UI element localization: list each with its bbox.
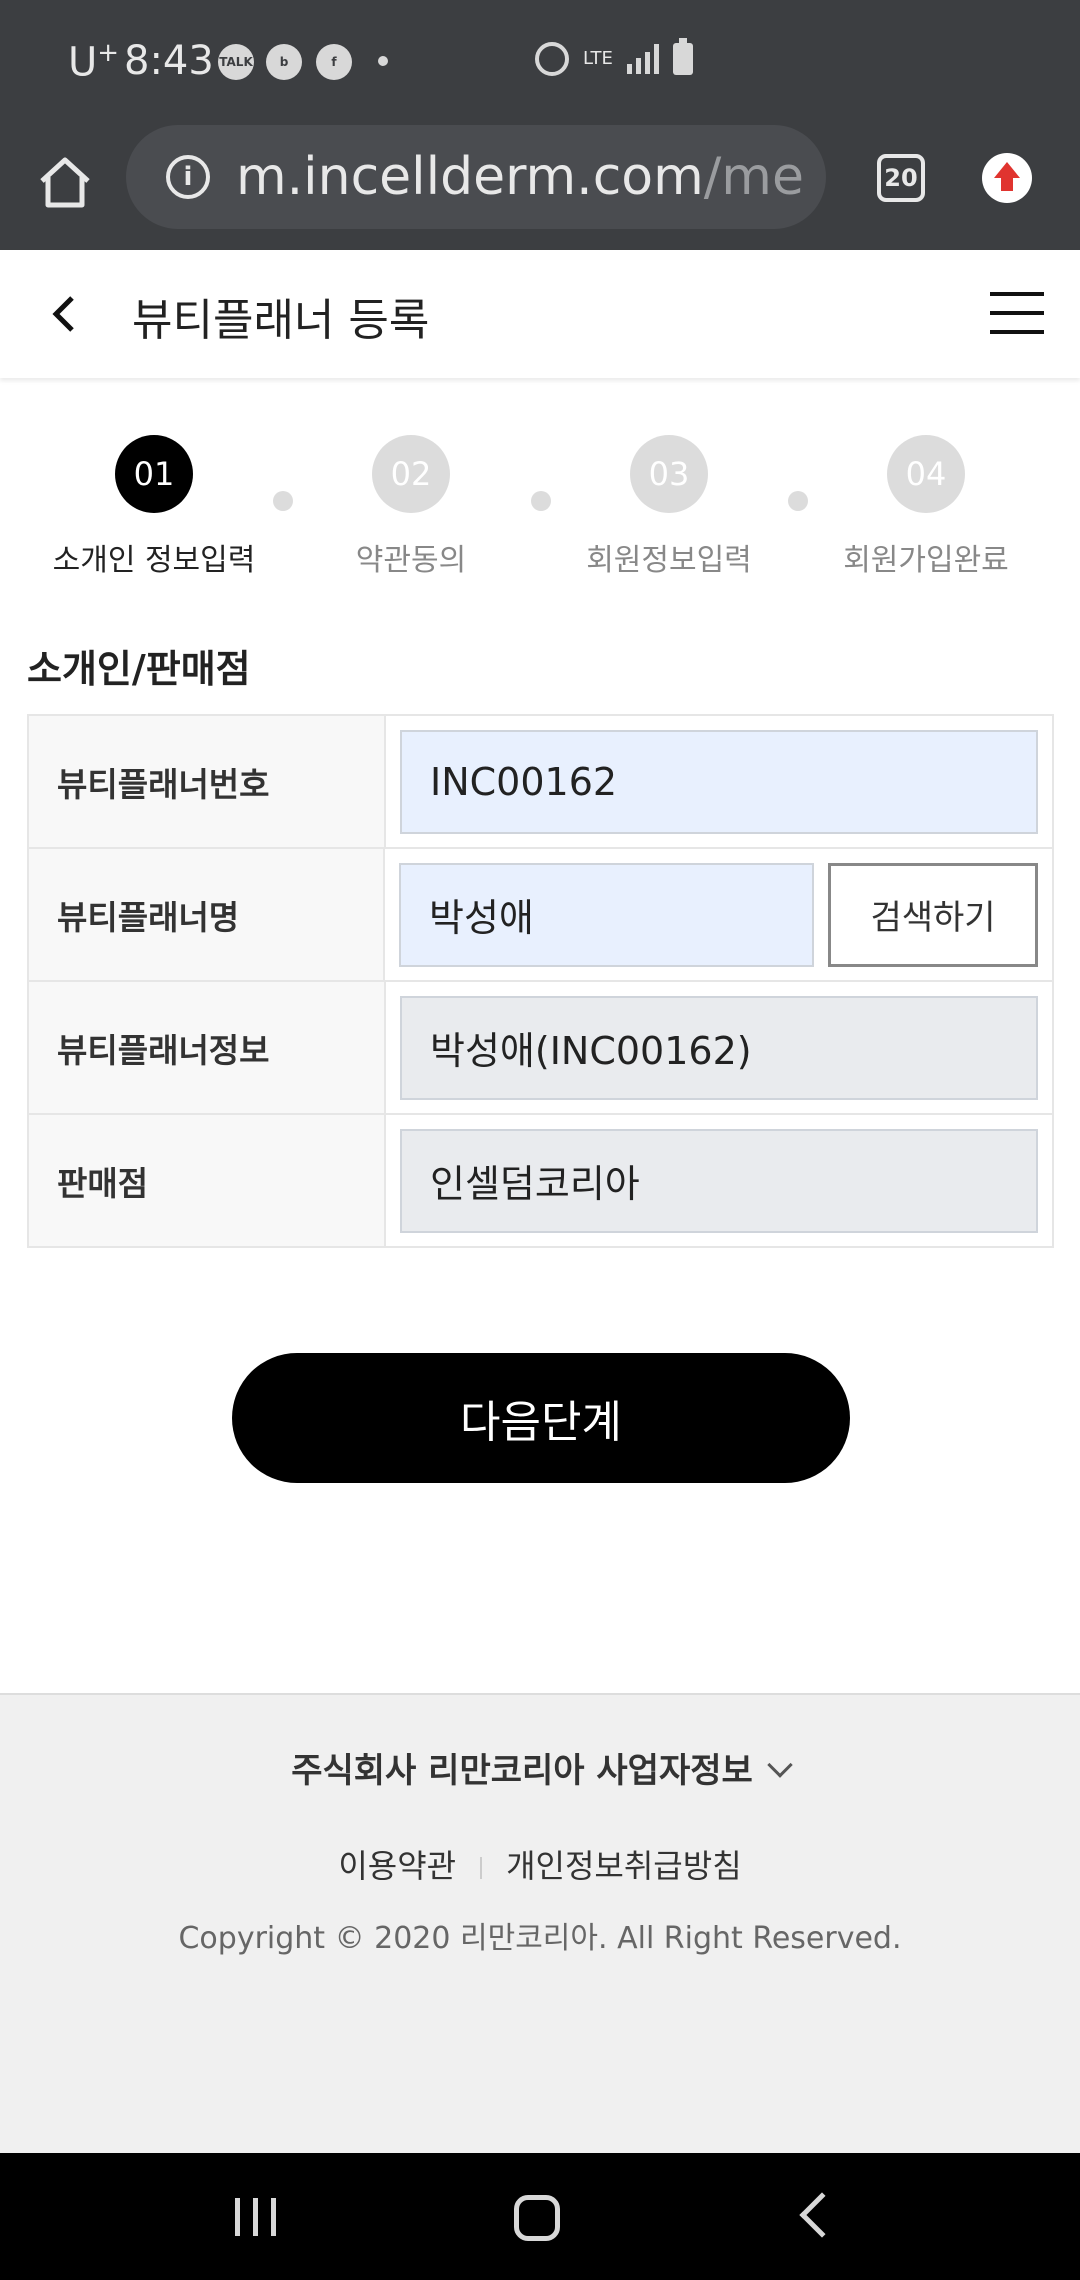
step-label: 회원가입완료: [843, 543, 1009, 578]
store-cell: 인셀덤코리아: [386, 1115, 1052, 1246]
form-row-planner-number: 뷰티플래너번호 INC00162: [29, 716, 1052, 849]
chevron-left-icon: [52, 296, 74, 332]
planner-info-field: 박성애(INC00162): [400, 995, 1038, 1100]
site-info-icon[interactable]: i: [166, 155, 210, 199]
notification-dot-icon: [378, 56, 388, 66]
step-number: 01: [115, 435, 193, 513]
company-info-toggle[interactable]: 주식회사 리만코리아 사업자정보: [0, 1743, 1080, 1792]
browser-toolbar: i m.incellderm.com/men 20: [0, 125, 1080, 250]
step-4: 04 회원가입완료: [806, 435, 1046, 579]
footer-links: 이용약관 개인정보취급방침: [0, 1841, 1080, 1887]
hamburger-menu-icon[interactable]: [990, 292, 1044, 334]
planner-name-label: 뷰티플래너명: [29, 849, 385, 980]
planner-name-input[interactable]: 박성애: [399, 862, 814, 967]
url-text[interactable]: m.incellderm.com/men: [236, 147, 806, 207]
carrier-label: U+: [68, 38, 120, 86]
home-icon: [40, 157, 90, 208]
tab-switcher-button[interactable]: 20: [877, 154, 925, 202]
battery-icon: [672, 38, 693, 75]
talk-icon: TALK: [218, 44, 254, 80]
back-nav-icon[interactable]: [799, 2192, 845, 2238]
planner-info-cell: 박성애(INC00162): [386, 982, 1052, 1113]
recent-apps-icon[interactable]: [235, 2198, 277, 2236]
step-number: 04: [887, 435, 965, 513]
footer: 주식회사 리만코리아 사업자정보 이용약관 개인정보취급방침 Copyright …: [0, 1693, 1080, 2153]
next-step-button[interactable]: 다음단계: [232, 1353, 850, 1483]
form-row-planner-info: 뷰티플래너정보 박성애(INC00162): [29, 982, 1052, 1115]
b-app-icon: b: [266, 44, 302, 80]
facebook-icon: f: [316, 44, 352, 80]
step-separator-dot: [788, 491, 808, 511]
page-title: 뷰티플래너 등록: [132, 295, 430, 346]
copyright-text: Copyright © 2020 리만코리아. All Right Reserv…: [178, 1921, 902, 1956]
alarm-icon: [535, 42, 569, 76]
address-bar[interactable]: i m.incellderm.com/men: [126, 125, 826, 229]
step-label: 소개인 정보입력: [52, 543, 256, 578]
status-icons: LTE: [535, 38, 693, 76]
chevron-down-icon: [767, 1752, 793, 1778]
search-button[interactable]: 검색하기: [828, 862, 1038, 967]
store-field: 인셀덤코리아: [400, 1128, 1038, 1233]
system-nav-bar: [0, 2153, 1080, 2280]
section-title: 소개인/판매점: [27, 647, 251, 691]
back-button[interactable]: [42, 292, 86, 336]
footer-link-divider: [480, 1857, 483, 1879]
status-time: 8:43: [124, 38, 214, 84]
privacy-policy-link[interactable]: 개인정보취급방침: [506, 1847, 742, 1885]
planner-number-cell: INC00162: [386, 716, 1052, 847]
step-1: 01 소개인 정보입력: [34, 435, 274, 579]
browser-home-button[interactable]: [34, 151, 96, 213]
browser-update-icon[interactable]: [982, 153, 1032, 203]
signup-steps: 01 소개인 정보입력 02 약관동의 03 회원정보입력 04 회원가입완료: [0, 435, 1080, 578]
form-row-planner-name: 뷰티플래너명 박성애 검색하기: [29, 849, 1052, 982]
page-header: 뷰티플래너 등록: [0, 250, 1080, 378]
step-label: 약관동의: [355, 543, 467, 578]
signal-icon: [626, 44, 659, 74]
form-row-store: 판매점 인셀덤코리아: [29, 1115, 1052, 1248]
step-label: 회원정보입력: [586, 543, 752, 578]
home-nav-icon[interactable]: [514, 2195, 560, 2241]
referrer-form: 뷰티플래너번호 INC00162 뷰티플래너명 박성애 검색하기 뷰티플래너정보…: [27, 714, 1054, 1248]
step-3: 03 회원정보입력: [549, 435, 789, 579]
planner-info-label: 뷰티플래너정보: [29, 982, 386, 1113]
step-2: 02 약관동의: [291, 435, 531, 579]
planner-name-cell: 박성애 검색하기: [385, 849, 1052, 980]
status-bar: U+ 8:43 TALK b f LTE: [0, 0, 1080, 125]
step-separator-dot: [273, 491, 293, 511]
step-separator-dot: [531, 491, 551, 511]
step-number: 02: [372, 435, 450, 513]
step-number: 03: [630, 435, 708, 513]
lte-icon: LTE: [583, 48, 613, 69]
planner-number-label: 뷰티플래너번호: [29, 716, 386, 847]
planner-number-input[interactable]: INC00162: [400, 729, 1038, 834]
terms-link[interactable]: 이용약관: [338, 1847, 456, 1885]
store-label: 판매점: [29, 1115, 386, 1246]
